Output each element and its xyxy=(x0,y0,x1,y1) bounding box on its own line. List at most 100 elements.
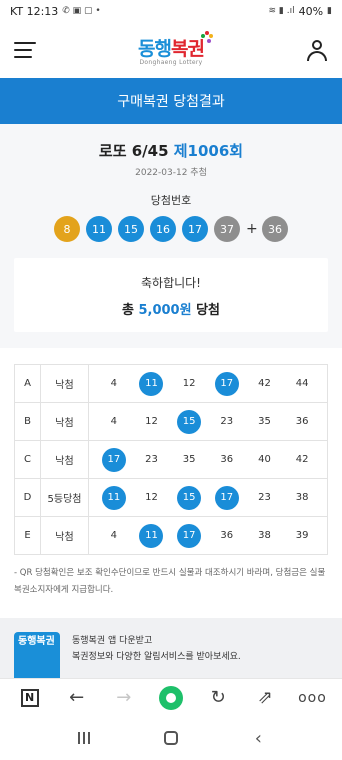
ticket-number: 12 xyxy=(182,378,196,389)
row-result: 낙첨 xyxy=(40,516,89,555)
winning-ball: 8 xyxy=(54,216,80,242)
matched-number: 11 xyxy=(139,523,164,548)
matched-number: 17 xyxy=(101,447,126,472)
row-letter: A xyxy=(14,364,41,403)
carrier-time: KT 12:13 xyxy=(10,4,59,18)
green-dot-button[interactable] xyxy=(157,684,185,712)
ticket-number: 36 xyxy=(220,530,234,541)
prize-amount: 5,000원 xyxy=(138,303,192,318)
donghaeng-logo[interactable]: 동행복권 Donghaeng Lottery xyxy=(138,31,213,66)
promo-line-2: 복권정보와 다양한 알림서비스를 받아보세요. xyxy=(72,652,241,662)
ticket-number: 23 xyxy=(145,454,158,465)
battery-level: 40% xyxy=(298,4,324,18)
row-letter: D xyxy=(14,478,41,517)
green-dot-icon xyxy=(158,685,183,710)
table-row: D 5등당첨 11 12 15 17 23 38 xyxy=(14,478,328,517)
prize-total: 총 5,000원 당첨 xyxy=(14,299,328,318)
app-download-banner[interactable]: 동행복권 동행복권 앱 다운받고 복권정보와 다양한 알림서비스를 받아보세요. xyxy=(0,618,342,684)
more-menu-icon[interactable]: ooo xyxy=(298,684,326,712)
back-arrow-icon[interactable]: ← xyxy=(63,684,91,712)
ticket-number: 4 xyxy=(110,530,118,541)
page-title: 구매복권 당첨결과 xyxy=(0,78,342,124)
naver-n-icon: N xyxy=(20,688,39,707)
ticket-number: 42 xyxy=(295,454,309,465)
row-result: 낙첨 xyxy=(40,364,89,403)
status-bar: KT 12:13 ✆ ▣ ▢ • ≋ ▮ .ıl 40% ▮ xyxy=(0,0,342,22)
logo-text-1: 동행 xyxy=(138,38,172,60)
ticket-number: 44 xyxy=(295,378,309,389)
draw-date: 2022-03-12 추첨 xyxy=(135,168,207,178)
winning-numbers-label: 당첨번호 xyxy=(150,194,192,207)
winning-ball: 15 xyxy=(118,216,144,242)
prize-prefix: 총 xyxy=(121,303,134,318)
home-button[interactable] xyxy=(156,723,186,753)
winning-ball: 16 xyxy=(150,216,176,242)
chevron-left-icon: ‹ xyxy=(254,727,262,749)
naver-home-button[interactable]: N xyxy=(16,684,44,712)
back-button[interactable]: ‹ xyxy=(243,723,273,753)
matched-number: 17 xyxy=(177,523,202,548)
hamburger-menu-icon[interactable] xyxy=(14,42,36,58)
forward-arrow-icon[interactable]: → xyxy=(110,684,138,712)
ticket-number: 12 xyxy=(145,492,158,503)
ticket-number: 38 xyxy=(295,492,309,503)
ticket-table: A 낙첨 4 11 12 17 42 44 B 낙첨 4 12 15 23 35 36 C 낙첨 17 23 35 36 4… xyxy=(14,364,328,555)
ticket-number: 35 xyxy=(182,454,196,465)
winning-ball: 11 xyxy=(86,216,112,242)
browser-toolbar: N ← → ↻ ⇗ ooo xyxy=(0,678,342,716)
ticket-number: 23 xyxy=(258,492,271,503)
row-letter: B xyxy=(14,402,41,441)
app-header: 동행복권 Donghaeng Lottery xyxy=(0,22,342,78)
row-result: 낙첨 xyxy=(40,440,89,479)
matched-number: 15 xyxy=(177,485,202,510)
app-icon: 동행복권 xyxy=(14,632,60,684)
winning-numbers: 8 11 15 16 17 37 + 36 xyxy=(14,216,328,242)
row-numbers: 4 11 17 36 38 39 xyxy=(88,516,328,555)
ticket-number: 23 xyxy=(220,416,234,427)
signal-icons: ≋ ▮ .ıl xyxy=(268,6,295,16)
matched-number: 15 xyxy=(177,409,202,434)
notice-text: - QR 당첨확인은 보조 확인수단이므로 반드시 실물과 대조하시기 바라며,… xyxy=(14,568,326,595)
ticket-section: A 낙첨 4 11 12 17 42 44 B 낙첨 4 12 15 23 35 36 C 낙첨 17 23 35 36 4… xyxy=(0,348,342,555)
ticket-number: 36 xyxy=(220,454,234,465)
ticket-number: 35 xyxy=(258,416,271,427)
round-number: 제1006회 xyxy=(173,142,244,160)
row-numbers: 4 11 12 17 42 44 xyxy=(88,364,328,403)
logo-subtitle: Donghaeng Lottery xyxy=(139,59,203,66)
game-name: 로또 6/45 xyxy=(98,142,169,160)
winning-ball: 17 xyxy=(182,216,208,242)
ticket-number: 4 xyxy=(110,416,118,427)
matched-number: 11 xyxy=(139,371,164,396)
row-result: 5등당첨 xyxy=(40,478,89,517)
ticket-number: 36 xyxy=(295,416,309,427)
congrats-message: 축하합니다! xyxy=(140,276,201,290)
round-title: 로또 6/45 제1006회 xyxy=(14,140,328,161)
matched-number: 17 xyxy=(214,371,239,396)
refresh-icon[interactable]: ↻ xyxy=(204,684,232,712)
table-row: A 낙첨 4 11 12 17 42 44 xyxy=(14,364,328,403)
share-icon[interactable]: ⇗ xyxy=(251,684,279,712)
logo-mark-icon xyxy=(200,31,213,43)
notification-icons: ✆ ▣ ▢ • xyxy=(62,6,101,16)
ticket-number: 4 xyxy=(110,378,118,389)
ticket-number: 40 xyxy=(258,454,271,465)
bonus-ball: 36 xyxy=(262,216,288,242)
battery-icon: ▮ xyxy=(327,6,332,16)
row-letter: C xyxy=(14,440,41,479)
recents-button[interactable] xyxy=(69,723,99,753)
row-result: 낙첨 xyxy=(40,402,89,441)
table-row: C 낙첨 17 23 35 36 40 42 xyxy=(14,440,328,479)
promo-text: 동행복권 앱 다운받고 복권정보와 다양한 알림서비스를 받아보세요. xyxy=(72,633,241,678)
draw-result-section: 로또 6/45 제1006회 2022-03-12 추첨 당첨번호 8 11 1… xyxy=(0,124,342,348)
winning-ball: 37 xyxy=(214,216,240,242)
plus-sign: + xyxy=(246,221,258,237)
matched-number: 11 xyxy=(101,485,126,510)
row-letter: E xyxy=(14,516,41,555)
user-icon[interactable] xyxy=(306,39,328,61)
ticket-number: 38 xyxy=(258,530,271,541)
ticket-number: 42 xyxy=(258,378,271,389)
home-icon xyxy=(163,731,178,745)
table-row: E 낙첨 4 11 17 36 38 39 xyxy=(14,516,328,555)
row-numbers: 4 12 15 23 35 36 xyxy=(88,402,328,441)
prize-suffix: 당첨 xyxy=(196,303,221,318)
